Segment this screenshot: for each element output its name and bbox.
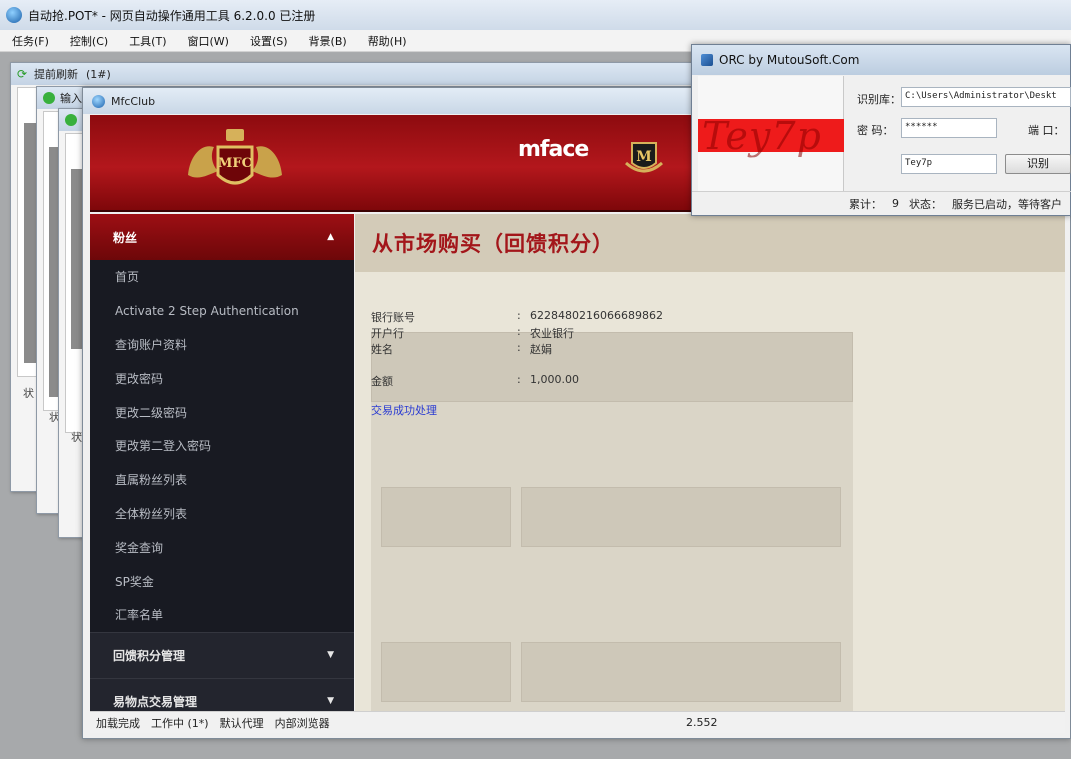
bank-account-value: 6228480216066689862 bbox=[530, 309, 663, 322]
nav-group-feedback-points[interactable]: 回馈积分管理 ▼ bbox=[90, 631, 354, 678]
nav-item-bonus-query[interactable]: 奖金查询 bbox=[90, 530, 354, 564]
refresh-icon: ⟳ bbox=[17, 67, 28, 81]
status-value: 2.552 bbox=[686, 716, 718, 729]
input-window-title-text: 输入 bbox=[60, 92, 82, 105]
mfcclub-title: MfcClub bbox=[111, 94, 156, 108]
count-value: 9 bbox=[892, 197, 899, 210]
password-label: 密 码： bbox=[857, 124, 894, 137]
check-icon bbox=[65, 114, 77, 126]
status-load: 加载完成 bbox=[96, 716, 140, 730]
result-field[interactable]: Tey7p bbox=[901, 154, 997, 174]
nav-item-2fa[interactable]: Activate 2 Step Authentication bbox=[90, 294, 354, 328]
bank-account-label: 银行账号 bbox=[371, 311, 415, 324]
menu-control[interactable]: 控制(C) bbox=[70, 33, 108, 49]
lion-right-shape bbox=[252, 146, 282, 178]
nav-group-fans-label: 粉丝 bbox=[113, 230, 138, 245]
crest-text: M bbox=[636, 149, 652, 165]
account-holder-value: 赵娟 bbox=[530, 343, 552, 356]
nav-item-change-second-password[interactable]: 更改二级密码 bbox=[90, 395, 354, 429]
globe-icon bbox=[92, 94, 105, 108]
nav-item-change-second-login-password[interactable]: 更改第二登入密码 bbox=[90, 429, 354, 463]
panel-block bbox=[381, 487, 511, 547]
mfc-lion-emblem[interactable]: MFC bbox=[180, 125, 290, 197]
recognize-button[interactable]: 识别 bbox=[1005, 154, 1071, 174]
state-label: 状态： bbox=[909, 197, 942, 211]
orc-app-icon bbox=[701, 54, 713, 66]
colon: : bbox=[517, 373, 521, 386]
caret-down-icon: ▼ bbox=[327, 650, 334, 661]
menu-help[interactable]: 帮助(H) bbox=[368, 33, 407, 49]
nav-item-all-fans[interactable]: 全体粉丝列表 bbox=[90, 497, 354, 531]
status-proxy[interactable]: 默认代理 bbox=[220, 715, 264, 731]
refresh-window-index: (1#) bbox=[86, 67, 111, 81]
password-field[interactable]: ****** bbox=[901, 118, 997, 138]
panel-block bbox=[521, 487, 841, 547]
colon: : bbox=[517, 341, 521, 354]
nav-group-barter-trade[interactable]: 易物点交易管理 ▼ bbox=[90, 677, 354, 711]
page-header: 从市场购买（回馈积分） bbox=[355, 214, 1065, 272]
status-working: 工作中 (1*) bbox=[151, 716, 209, 730]
app-title-bar: 自动抢.POT* - 网页自动操作通用工具 6.2.0.0 已注册 bbox=[0, 0, 1071, 30]
background-panel bbox=[371, 332, 853, 711]
count-label: 累计： bbox=[849, 197, 882, 211]
panel-block bbox=[371, 332, 853, 402]
crown-shape bbox=[226, 129, 244, 141]
refresh-window-title-text: 提前刷新 bbox=[34, 68, 78, 81]
panel-block bbox=[521, 642, 841, 702]
nav-item-direct-fans[interactable]: 直属粉丝列表 bbox=[90, 463, 354, 497]
nav-item-sp-bonus[interactable]: SP奖金 bbox=[90, 564, 354, 598]
m-crest-emblem[interactable]: M bbox=[620, 133, 668, 181]
side-nav: 粉丝 ▲ 首页 Activate 2 Step Authentication 查… bbox=[90, 214, 354, 711]
nav-item-account-info[interactable]: 查询账户资料 bbox=[90, 328, 354, 362]
nav-group-fans[interactable]: 粉丝 ▲ bbox=[90, 214, 354, 260]
bank-name-value: 农业银行 bbox=[530, 327, 574, 340]
emblem-text: MFC bbox=[218, 156, 252, 171]
nav-item-change-password[interactable]: 更改密码 bbox=[90, 361, 354, 395]
refresh-window-stub: 状 bbox=[23, 387, 34, 400]
amount-value: 1,000.00 bbox=[530, 373, 579, 386]
lion-left-shape bbox=[188, 146, 218, 178]
nav-item-exchange-list[interactable]: 汇率名单 bbox=[90, 598, 354, 632]
captcha-text: Tey7p bbox=[702, 114, 822, 158]
orc-status-bar: 累计： 9 状态： 服务已启动，等待客户 bbox=[692, 191, 1071, 215]
nav-group-barter-trade-label: 易物点交易管理 bbox=[113, 694, 198, 709]
colon: : bbox=[517, 309, 521, 322]
caret-down-icon: ▼ bbox=[327, 696, 334, 707]
mface-logo[interactable]: mface bbox=[518, 137, 589, 162]
status-browser[interactable]: 内部浏览器 bbox=[275, 715, 330, 731]
orc-title-bar[interactable]: ORC by MutouSoft.Com bbox=[692, 45, 1070, 75]
app-icon bbox=[6, 7, 22, 23]
state-value: 服务已启动，等待客户 bbox=[952, 197, 1062, 211]
caret-up-icon: ▲ bbox=[327, 232, 334, 242]
orc-title: ORC by MutouSoft.Com bbox=[719, 53, 860, 67]
nav-group-feedback-points-label: 回馈积分管理 bbox=[113, 648, 186, 663]
amount-label: 金额 bbox=[371, 375, 393, 388]
bank-name-label: 开户行 bbox=[371, 327, 404, 340]
main-content: 从市场购买（回馈积分） 银行账号 : 6228480216066689862 开… bbox=[355, 214, 1065, 711]
library-path-field[interactable]: C:\Users\Administrator\Deskt bbox=[901, 87, 1071, 107]
orc-dialog[interactable]: ORC by MutouSoft.Com Tey7p 识别库： C:\Users… bbox=[691, 44, 1071, 216]
check-icon bbox=[43, 92, 55, 104]
browser-status-bar: 加载完成 工作中 (1*) 默认代理 内部浏览器 2.552 bbox=[90, 711, 1065, 733]
third-window-stub: 状 bbox=[71, 431, 82, 444]
nav-item-home[interactable]: 首页 bbox=[90, 260, 354, 294]
menu-settings[interactable]: 设置(S) bbox=[250, 33, 288, 49]
account-holder-label: 姓名 bbox=[371, 343, 393, 356]
port-label: 端 口： bbox=[1028, 124, 1065, 137]
panel-block bbox=[381, 642, 511, 702]
transaction-success-link[interactable]: 交易成功处理 bbox=[371, 402, 437, 418]
refresh-window-title[interactable]: ⟳ 提前刷新 (1#) bbox=[11, 63, 699, 85]
menu-tools[interactable]: 工具(T) bbox=[129, 33, 166, 49]
menu-window[interactable]: 窗口(W) bbox=[188, 33, 229, 49]
menu-task[interactable]: 任务(F) bbox=[12, 33, 49, 49]
captcha-image: Tey7p bbox=[698, 76, 844, 191]
app-title: 自动抢.POT* - 网页自动操作通用工具 6.2.0.0 已注册 bbox=[28, 8, 316, 23]
colon: : bbox=[517, 325, 521, 338]
menu-background[interactable]: 背景(B) bbox=[309, 33, 347, 49]
page-title: 从市场购买（回馈积分） bbox=[372, 232, 614, 256]
library-label: 识别库： bbox=[857, 93, 901, 106]
nav-list: 首页 Activate 2 Step Authentication 查询账户资料… bbox=[90, 260, 354, 632]
